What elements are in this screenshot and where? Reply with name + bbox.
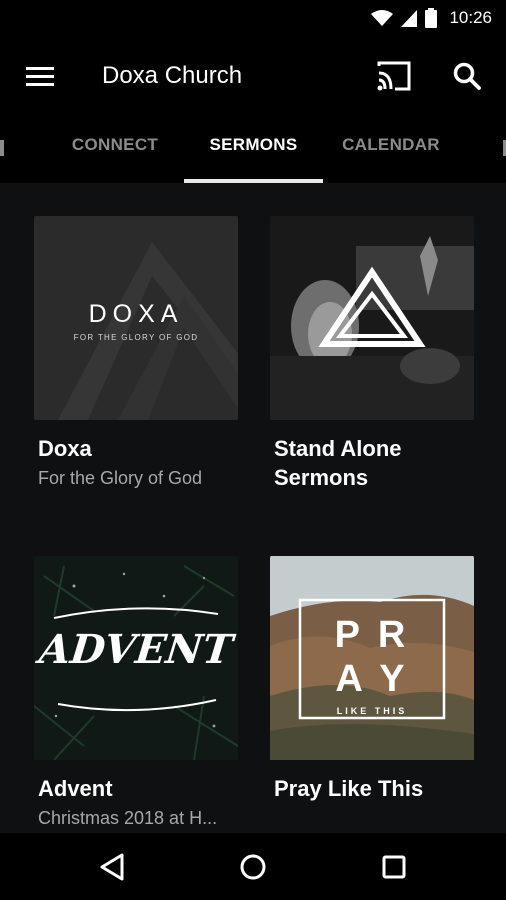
wifi-icon xyxy=(371,10,394,26)
series-artwork-advent: ADVENT xyxy=(34,556,238,760)
tab-sermons-label: SERMONS xyxy=(209,135,298,154)
tab-calendar-label: CALENDAR xyxy=(342,135,440,154)
advent-wordmark: ADVENT xyxy=(37,626,235,673)
battery-icon xyxy=(425,8,438,28)
series-title: Stand Alone Sermons xyxy=(274,436,402,490)
signal-icon xyxy=(401,10,418,27)
series-title: Advent xyxy=(38,776,113,801)
doxa-wordmark: DOXA xyxy=(88,300,184,328)
menu-icon[interactable] xyxy=(26,65,56,89)
nav-bar xyxy=(0,833,506,900)
app-bar: Doxa Church CONNECT SERMONS CALENDAR xyxy=(0,37,506,183)
tab-calendar[interactable]: CALENDAR xyxy=(330,135,452,183)
status-bar: 10:26 xyxy=(0,0,506,37)
pray-line-1: P R xyxy=(334,614,410,656)
home-icon[interactable] xyxy=(235,849,271,885)
status-icons: 10:26 xyxy=(371,7,492,29)
triangle-logo-icon xyxy=(318,266,426,347)
back-icon[interactable] xyxy=(96,849,132,885)
doxa-tagline: FOR THE GLORY OF GOD xyxy=(73,333,199,342)
cast-icon[interactable] xyxy=(376,61,412,91)
app-title: Doxa Church xyxy=(102,62,243,89)
pray-line-2: A Y xyxy=(335,658,409,700)
tab-connect[interactable]: CONNECT xyxy=(58,135,172,183)
search-icon[interactable] xyxy=(452,61,482,91)
tab-connect-label: CONNECT xyxy=(71,135,159,154)
pray-tagline: LIKE THIS xyxy=(336,706,408,716)
series-artwork-pray: P R A Y LIKE THIS xyxy=(270,556,474,760)
tab-sermons[interactable]: SERMONS xyxy=(184,135,323,183)
status-time: 10:26 xyxy=(449,8,492,27)
series-title: Pray Like This xyxy=(274,776,424,801)
tab-partial-left[interactable] xyxy=(0,140,4,156)
series-artwork-doxa: DOXA FOR THE GLORY OF GOD xyxy=(34,216,238,420)
recents-icon[interactable] xyxy=(376,849,412,885)
series-artwork-stand-alone xyxy=(270,216,474,420)
series-subtitle: For the Glory of God xyxy=(38,468,203,488)
series-subtitle: Christmas 2018 at H... xyxy=(38,808,218,828)
series-title: Doxa xyxy=(38,436,92,461)
sermon-series-grid: DOXA FOR THE GLORY OF GOD Doxa For the G… xyxy=(0,183,506,833)
